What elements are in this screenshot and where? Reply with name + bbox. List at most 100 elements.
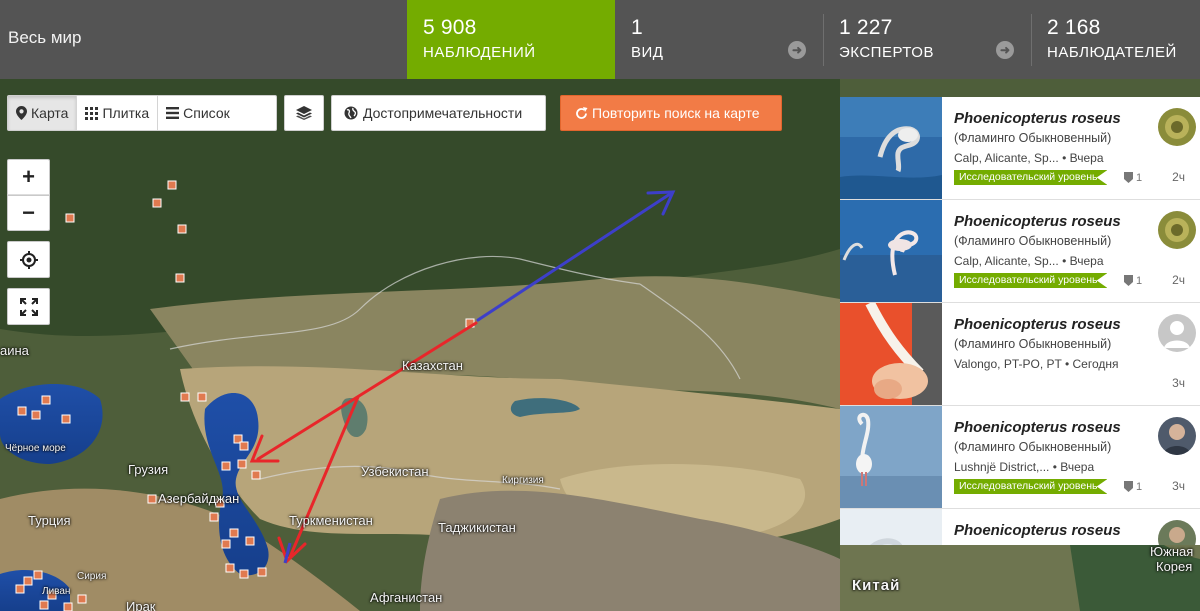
list-view-label: Список [183, 105, 230, 121]
observation-date: • Вчера [1052, 460, 1095, 474]
avatar[interactable] [1158, 108, 1196, 146]
map-view-label: Карта [31, 105, 69, 121]
locate-me-button[interactable] [7, 241, 50, 278]
red-route-line [256, 321, 478, 461]
stat-observations-count: 5 908 [423, 16, 477, 39]
species-arrow-icon[interactable]: ➜ [788, 41, 806, 59]
red-route-line-south [288, 395, 360, 559]
scientific-name[interactable]: Phoenicopterus roseus [954, 316, 1121, 333]
observation-place: Calp, Alicante, Sp... [954, 151, 1059, 165]
avatar[interactable] [1158, 417, 1196, 455]
observation-card[interactable]: Phoenicopterus roseus (Фламинго Обыкнове… [840, 303, 1200, 406]
fullscreen-button[interactable] [7, 288, 50, 325]
time-ago: 3ч [1172, 376, 1185, 390]
map-label: Киргизия [502, 475, 544, 486]
map-label: Ирак [126, 599, 156, 611]
stat-species-count: 1 [631, 16, 643, 39]
common-name: (Фламинго Обыкновенный) [954, 131, 1112, 145]
grid-icon [85, 106, 99, 120]
map-label: Азербайджан [158, 491, 240, 506]
identifications-count: 1 [1124, 275, 1142, 287]
observation-date: • Вчера [1062, 254, 1104, 268]
place-name[interactable]: Весь мир [8, 28, 82, 48]
stat-observations[interactable]: 5 908 НАБЛЮДЕНИЙ [407, 0, 615, 79]
scientific-name[interactable]: Phoenicopterus roseus [954, 213, 1121, 230]
places-of-interest-button[interactable]: Достопримечательности [331, 95, 546, 131]
map-label: Чёрное море [5, 443, 66, 454]
stat-experts-count: 1 227 [839, 16, 893, 39]
observation-date: • Сегодня [1064, 357, 1119, 371]
map-marker-icon [16, 106, 27, 120]
id-badge-icon [1124, 172, 1133, 183]
zoom-out-button[interactable]: − [7, 195, 50, 231]
experts-arrow-icon[interactable]: ➜ [996, 41, 1014, 59]
layers-button[interactable] [284, 95, 324, 131]
map-label: Сирия [77, 571, 107, 582]
avatar[interactable] [1158, 211, 1196, 249]
observation-photo[interactable] [840, 509, 942, 545]
grid-view-button[interactable]: Плитка [77, 96, 159, 130]
observation-card[interactable]: Phoenicopterus roseus (Фламинго Обыкнове… [840, 200, 1200, 303]
map-label: Ливан [42, 586, 71, 597]
scientific-name[interactable]: Phoenicopterus roseus [954, 419, 1121, 436]
time-ago: 2ч [1172, 170, 1185, 184]
scientific-name[interactable]: Phoenicopterus roseus [954, 522, 1121, 539]
map-label: Корея [1156, 559, 1193, 574]
common-name: (Фламинго Обыкновенный) [954, 337, 1112, 351]
avatar[interactable] [1158, 520, 1196, 545]
stats-bar: Весь мир 5 908 НАБЛЮДЕНИЙ 1 ВИД ➜ 1 227 … [0, 0, 1200, 79]
observation-list[interactable]: Phoenicopterus roseus (Фламинго Обыкнове… [840, 97, 1200, 545]
map-label: аина [0, 343, 29, 358]
observation-place: Valongo, PT-PO, PT [954, 357, 1062, 371]
stat-observers-label: НАБЛЮДАТЕЛЕЙ [1047, 44, 1177, 61]
observation-meta: Calp, Alicante, Sp... • Вчера [954, 254, 1104, 268]
common-name: (Фламинго Обыкновенный) [954, 234, 1112, 248]
refresh-icon [576, 106, 588, 119]
time-ago: 3ч [1172, 479, 1185, 493]
crosshair-icon [19, 250, 38, 269]
observation-meta: Calp, Alicante, Sp... • Вчера [954, 151, 1104, 165]
id-badge-icon [1124, 275, 1133, 286]
map-label: Южная [1150, 544, 1194, 559]
map-label: Грузия [128, 462, 169, 477]
map-label: Туркменистан [289, 513, 373, 528]
list-view-button[interactable]: Список [158, 96, 238, 130]
redo-search-button[interactable]: Повторить поиск на карте [560, 95, 782, 131]
observation-place: Lushnjë District,... [954, 460, 1050, 474]
stat-experts[interactable]: 1 227 ЭКСПЕРТОВ [823, 0, 1031, 79]
stat-observers-count: 2 168 [1047, 16, 1101, 39]
quality-grade-badge: Исследовательский уровень [954, 170, 1108, 185]
layers-icon [296, 106, 312, 120]
observation-card[interactable]: Phoenicopterus roseus [840, 509, 1200, 545]
common-name: (Фламинго Обыкновенный) [954, 440, 1112, 454]
view-switcher: Карта Плитка Список [7, 95, 277, 131]
places-of-interest-label: Достопримечательности [363, 105, 523, 121]
observation-photo[interactable] [840, 406, 942, 508]
avatar-placeholder-icon[interactable] [1158, 314, 1196, 352]
app-root: Весь мир 5 908 НАБЛЮДЕНИЙ 1 ВИД ➜ 1 227 … [0, 0, 1200, 611]
stat-observers[interactable]: 2 168 НАБЛЮДАТЕЛЕЙ [1031, 0, 1200, 79]
grid-view-label: Плитка [102, 105, 150, 121]
map-label: Китай [852, 577, 901, 594]
observation-photo[interactable] [840, 303, 942, 405]
map-label: Таджикистан [438, 520, 516, 535]
stat-species[interactable]: 1 ВИД [615, 0, 823, 79]
observation-card[interactable]: Phoenicopterus roseus (Фламинго Обыкнове… [840, 406, 1200, 509]
identifications-count: 1 [1124, 172, 1142, 184]
zoom-in-button[interactable]: + [7, 159, 50, 195]
observation-card[interactable]: Phoenicopterus roseus (Фламинго Обыкнове… [840, 97, 1200, 200]
blue-route-line [476, 192, 672, 322]
map-view-button[interactable]: Карта [8, 96, 78, 130]
observation-place: Calp, Alicante, Sp... [954, 254, 1059, 268]
map-label: Афганистан [370, 590, 443, 605]
globe-icon [344, 106, 358, 120]
id-badge-icon [1124, 481, 1133, 492]
map-label: Турция [28, 513, 71, 528]
observation-meta: Lushnjë District,... • Вчера [954, 460, 1094, 474]
observation-photo[interactable] [840, 97, 942, 199]
observation-photo[interactable] [840, 200, 942, 302]
scientific-name[interactable]: Phoenicopterus roseus [954, 110, 1121, 127]
list-icon [166, 107, 180, 119]
fullscreen-icon [19, 297, 38, 316]
time-ago: 2ч [1172, 273, 1185, 287]
